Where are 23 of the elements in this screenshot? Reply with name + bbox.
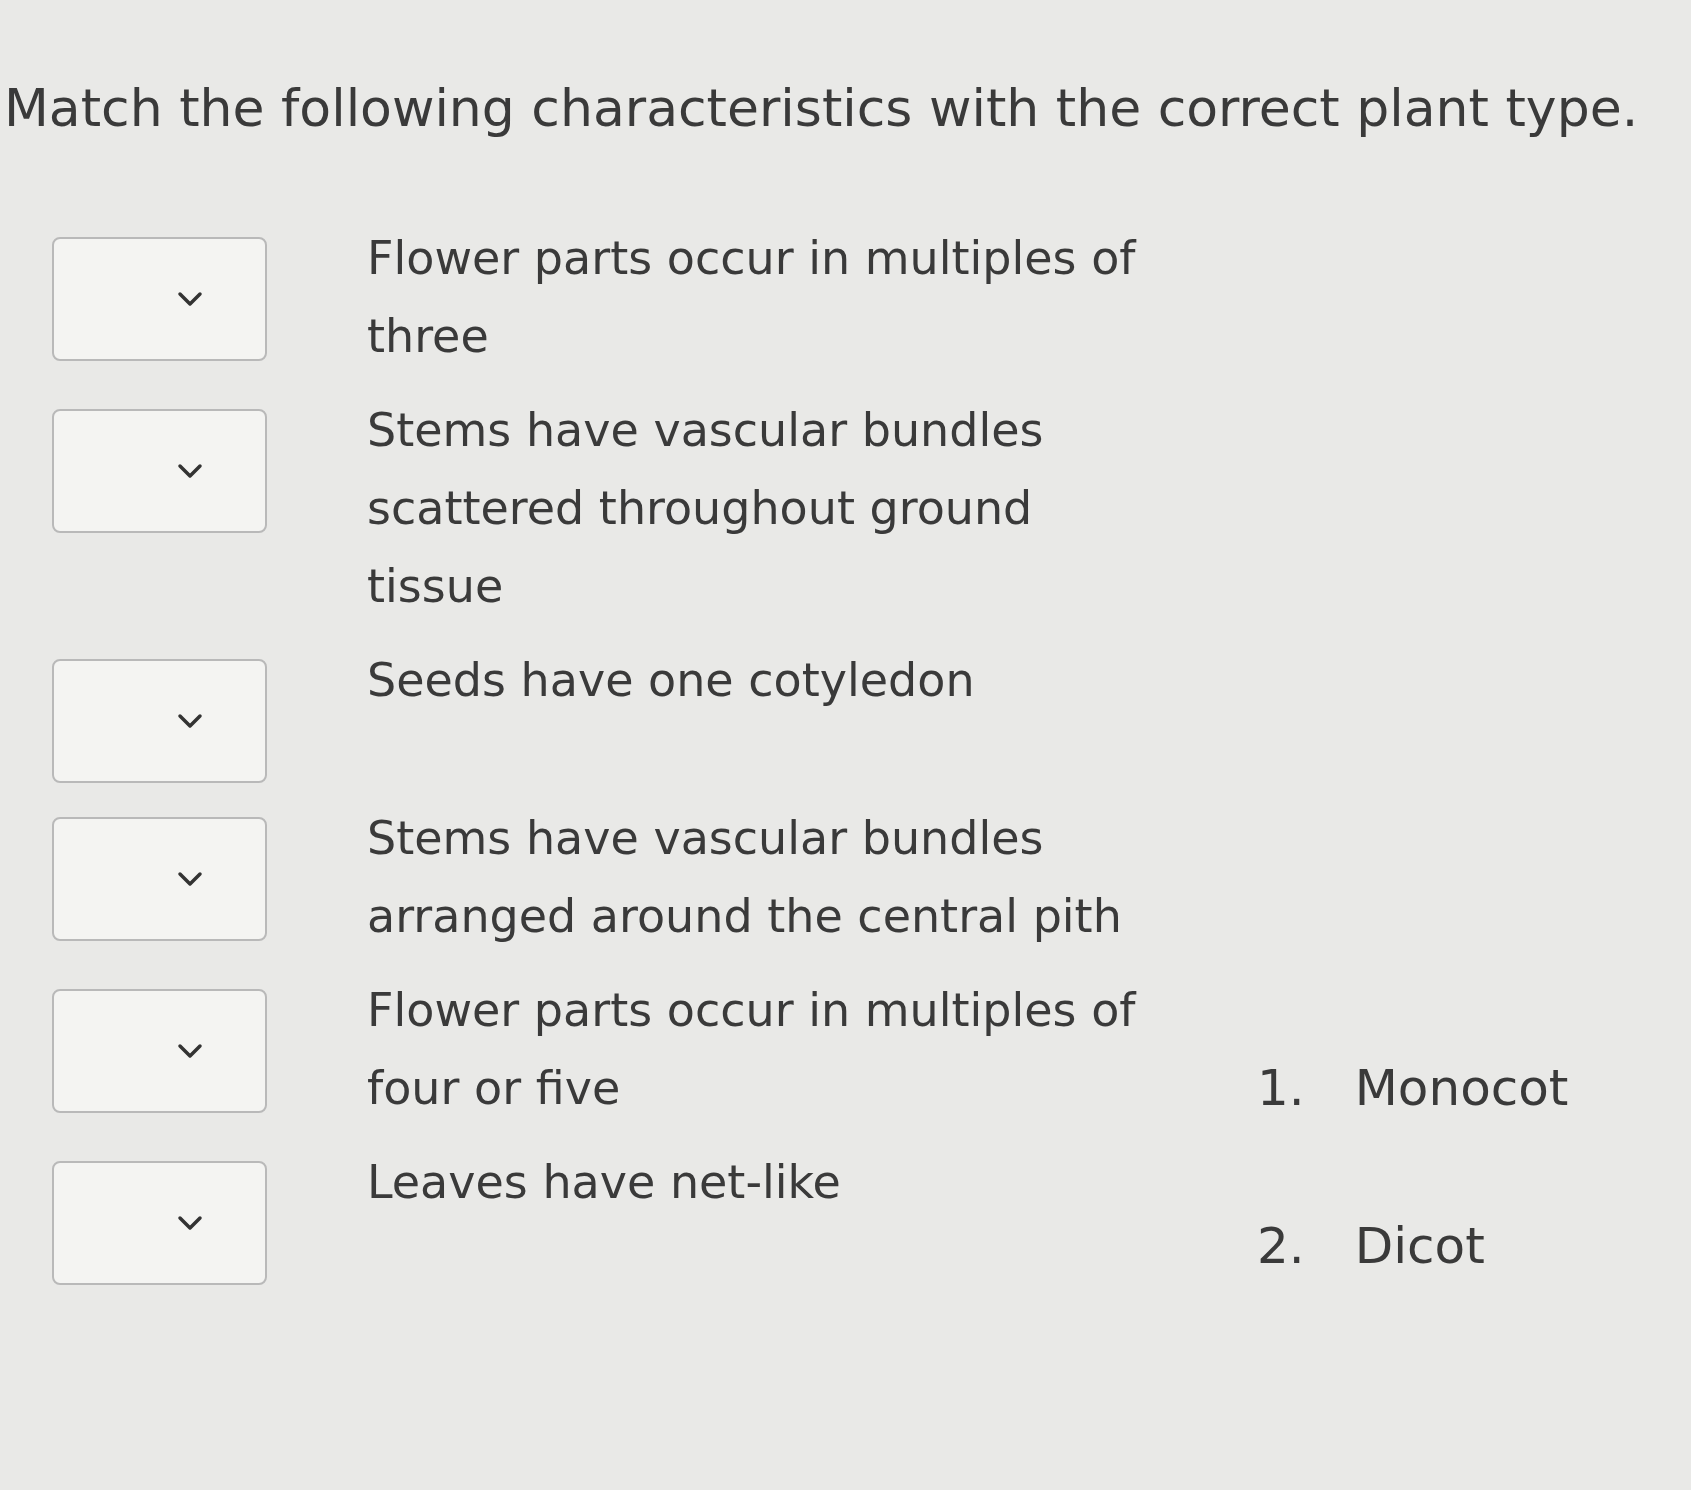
option-label: Monocot — [1354, 1058, 1569, 1120]
chevron-down-icon — [176, 1043, 203, 1060]
chevron-down-icon — [176, 291, 203, 308]
answer-dropdown[interactable] — [52, 1161, 267, 1286]
chevron-down-icon — [176, 463, 203, 480]
answer-dropdown[interactable] — [52, 659, 267, 784]
chevron-down-icon — [176, 713, 203, 730]
question-prompt: Match the following characteristics with the correct plant type. — [3, 77, 1640, 138]
characteristic-text: Flower parts occur in multiples of three — [367, 230, 1138, 366]
answer-dropdown[interactable] — [52, 237, 267, 362]
characteristic-text: Leaves have net-like — [367, 1154, 842, 1212]
characteristic-text: Seeds have one cotyledon — [367, 652, 976, 710]
chevron-down-icon — [176, 871, 203, 888]
option-number: 1. — [1257, 1058, 1305, 1120]
option-number: 2. — [1257, 1216, 1305, 1278]
answer-dropdown[interactable] — [52, 989, 267, 1114]
answer-dropdown[interactable] — [52, 817, 267, 942]
characteristic-text: Stems have vascular bundles scattered throughout ground tissue — [367, 402, 1045, 616]
chevron-down-icon — [176, 1215, 203, 1232]
option-label: Dicot — [1354, 1216, 1485, 1278]
characteristic-text: Stems have vascular bundles arranged around the central pith — [367, 810, 1123, 946]
characteristic-text: Flower parts occur in multiples of four or five — [367, 982, 1138, 1118]
answer-dropdown[interactable] — [52, 409, 267, 534]
